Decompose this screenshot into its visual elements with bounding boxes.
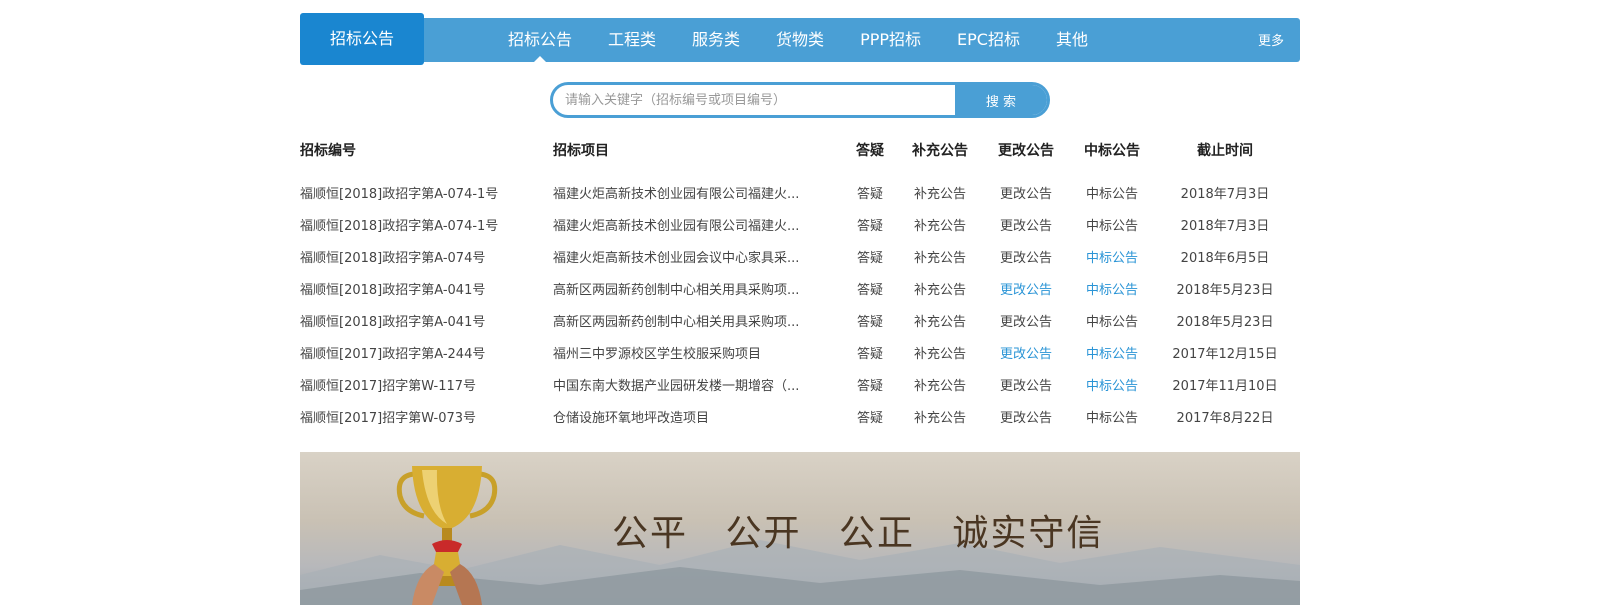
supplement-link[interactable]: 补充公告 bbox=[897, 407, 983, 426]
bid-project-link[interactable]: 福州三中罗源校区学生校服采购项目 bbox=[553, 343, 843, 362]
slogan-justice: 公正 bbox=[838, 513, 915, 554]
award-link[interactable]: 中标公告 bbox=[1069, 183, 1155, 202]
tab-other[interactable]: 其他 bbox=[1038, 18, 1106, 62]
bid-code-link[interactable]: 福顺恒[2017]招字第W-117号 bbox=[300, 375, 553, 394]
bid-code-link[interactable]: 福顺恒[2017]招字第W-073号 bbox=[300, 407, 553, 426]
award-link[interactable]: 中标公告 bbox=[1069, 375, 1155, 394]
tab-bid-notice[interactable]: 招标公告 bbox=[490, 18, 590, 62]
bid-project-link[interactable]: 中国东南大数据产业园研发楼一期增容（... bbox=[553, 375, 843, 394]
page-container: 招标公告 招标公告 工程类 服务类 货物类 PPP招标 EPC招标 其他 更多 … bbox=[300, 0, 1300, 605]
qa-link[interactable]: 答疑 bbox=[843, 375, 897, 394]
qa-link[interactable]: 答疑 bbox=[843, 183, 897, 202]
tab-epc[interactable]: EPC招标 bbox=[939, 18, 1038, 62]
supplement-link[interactable]: 补充公告 bbox=[897, 215, 983, 234]
supplement-link[interactable]: 补充公告 bbox=[897, 311, 983, 330]
deadline: 2018年7月3日 bbox=[1180, 186, 1270, 202]
bid-code-link[interactable]: 福顺恒[2018]政招字第A-074-1号 bbox=[300, 215, 553, 234]
change-link[interactable]: 更改公告 bbox=[983, 407, 1069, 426]
section-title-tab[interactable]: 招标公告 bbox=[300, 13, 424, 65]
slogan-text: 公平 公开 公正 诚实守信 bbox=[612, 504, 1128, 556]
deadline: 2018年5月23日 bbox=[1176, 314, 1274, 330]
bid-code-link[interactable]: 福顺恒[2017]政招字第A-244号 bbox=[300, 343, 553, 362]
header-qa: 答疑 bbox=[856, 143, 884, 159]
search-input[interactable] bbox=[553, 85, 955, 115]
table-header: 招标编号 招标项目 答疑 补充公告 更改公告 中标公告 截止时间 bbox=[300, 136, 1300, 164]
slogan-fairness: 公平 bbox=[612, 513, 689, 554]
qa-link[interactable]: 答疑 bbox=[843, 279, 897, 298]
change-link[interactable]: 更改公告 bbox=[983, 311, 1069, 330]
deadline: 2017年12月15日 bbox=[1172, 346, 1278, 362]
supplement-link[interactable]: 补充公告 bbox=[897, 279, 983, 298]
supplement-link[interactable]: 补充公告 bbox=[897, 183, 983, 202]
slogan-integrity: 诚实守信 bbox=[952, 513, 1105, 554]
bid-project-link[interactable]: 福建火炬高新技术创业园有限公司福建火... bbox=[553, 183, 843, 202]
qa-link[interactable]: 答疑 bbox=[843, 247, 897, 266]
tab-ppp[interactable]: PPP招标 bbox=[842, 18, 939, 62]
qa-link[interactable]: 答疑 bbox=[843, 407, 897, 426]
header-deadline: 截止时间 bbox=[1197, 143, 1253, 159]
deadline: 2018年5月23日 bbox=[1176, 282, 1274, 298]
qa-link[interactable]: 答疑 bbox=[843, 311, 897, 330]
change-link[interactable]: 更改公告 bbox=[983, 215, 1069, 234]
bid-project-link[interactable]: 高新区两园新药创制中心相关用具采购项... bbox=[553, 279, 843, 298]
table-row: 福顺恒[2018]政招字第A-074号 福建火炬高新技术创业园会议中心家具采..… bbox=[300, 240, 1300, 272]
deadline: 2017年11月10日 bbox=[1172, 378, 1278, 394]
award-link[interactable]: 中标公告 bbox=[1069, 311, 1155, 330]
deadline: 2018年6月5日 bbox=[1180, 250, 1270, 266]
award-link[interactable]: 中标公告 bbox=[1069, 215, 1155, 234]
header-change: 更改公告 bbox=[998, 143, 1054, 159]
change-link[interactable]: 更改公告 bbox=[983, 375, 1069, 394]
table-row: 福顺恒[2017]招字第W-073号 仓储设施环氧地坪改造项目 答疑 补充公告 … bbox=[300, 400, 1300, 432]
table-row: 福顺恒[2018]政招字第A-074-1号 福建火炬高新技术创业园有限公司福建火… bbox=[300, 208, 1300, 240]
trophy-icon bbox=[396, 466, 498, 605]
more-link[interactable]: 更多 bbox=[1258, 18, 1284, 66]
award-link[interactable]: 中标公告 bbox=[1069, 407, 1155, 426]
award-link[interactable]: 中标公告 bbox=[1069, 279, 1155, 298]
bid-code-link[interactable]: 福顺恒[2018]政招字第A-041号 bbox=[300, 279, 553, 298]
change-link[interactable]: 更改公告 bbox=[983, 343, 1069, 362]
table-row: 福顺恒[2018]政招字第A-074-1号 福建火炬高新技术创业园有限公司福建火… bbox=[300, 176, 1300, 208]
header-supplement: 补充公告 bbox=[912, 143, 968, 159]
bid-project-link[interactable]: 福建火炬高新技术创业园会议中心家具采... bbox=[553, 247, 843, 266]
qa-link[interactable]: 答疑 bbox=[843, 215, 897, 234]
change-link[interactable]: 更改公告 bbox=[983, 183, 1069, 202]
change-link[interactable]: 更改公告 bbox=[983, 247, 1069, 266]
change-link[interactable]: 更改公告 bbox=[983, 279, 1069, 298]
tab-goods[interactable]: 货物类 bbox=[758, 18, 842, 62]
supplement-link[interactable]: 补充公告 bbox=[897, 375, 983, 394]
qa-link[interactable]: 答疑 bbox=[843, 343, 897, 362]
header-bid-code: 招标编号 bbox=[300, 143, 356, 159]
table-row: 福顺恒[2018]政招字第A-041号 高新区两园新药创制中心相关用具采购项..… bbox=[300, 304, 1300, 336]
bid-project-link[interactable]: 仓储设施环氧地坪改造项目 bbox=[553, 407, 843, 426]
supplement-link[interactable]: 补充公告 bbox=[897, 247, 983, 266]
supplement-link[interactable]: 补充公告 bbox=[897, 343, 983, 362]
slogan-banner: 公平 公开 公正 诚实守信 bbox=[300, 452, 1300, 605]
header-bid-project: 招标项目 bbox=[553, 143, 609, 159]
slogan-openness: 公开 bbox=[725, 513, 802, 554]
bid-code-link[interactable]: 福顺恒[2018]政招字第A-041号 bbox=[300, 311, 553, 330]
award-link[interactable]: 中标公告 bbox=[1069, 247, 1155, 266]
deadline: 2017年8月22日 bbox=[1176, 410, 1274, 426]
tab-engineering[interactable]: 工程类 bbox=[590, 18, 674, 62]
search-bar: 搜 索 bbox=[550, 82, 1050, 118]
table-row: 福顺恒[2017]政招字第A-244号 福州三中罗源校区学生校服采购项目 答疑 … bbox=[300, 336, 1300, 368]
bid-code-link[interactable]: 福顺恒[2018]政招字第A-074号 bbox=[300, 247, 553, 266]
bid-code-link[interactable]: 福顺恒[2018]政招字第A-074-1号 bbox=[300, 183, 553, 202]
bid-project-link[interactable]: 高新区两园新药创制中心相关用具采购项... bbox=[553, 311, 843, 330]
table-row: 福顺恒[2017]招字第W-117号 中国东南大数据产业园研发楼一期增容（...… bbox=[300, 368, 1300, 400]
search-button[interactable]: 搜 索 bbox=[955, 85, 1047, 115]
table-row: 福顺恒[2018]政招字第A-041号 高新区两园新药创制中心相关用具采购项..… bbox=[300, 272, 1300, 304]
award-link[interactable]: 中标公告 bbox=[1069, 343, 1155, 362]
tab-services[interactable]: 服务类 bbox=[674, 18, 758, 62]
bid-project-link[interactable]: 福建火炬高新技术创业园有限公司福建火... bbox=[553, 215, 843, 234]
category-tabs: 招标公告 工程类 服务类 货物类 PPP招标 EPC招标 其他 bbox=[490, 18, 1106, 62]
header-award: 中标公告 bbox=[1084, 143, 1140, 159]
bid-table: 招标编号 招标项目 答疑 补充公告 更改公告 中标公告 截止时间 福顺恒[201… bbox=[300, 136, 1300, 432]
deadline: 2018年7月3日 bbox=[1180, 218, 1270, 234]
